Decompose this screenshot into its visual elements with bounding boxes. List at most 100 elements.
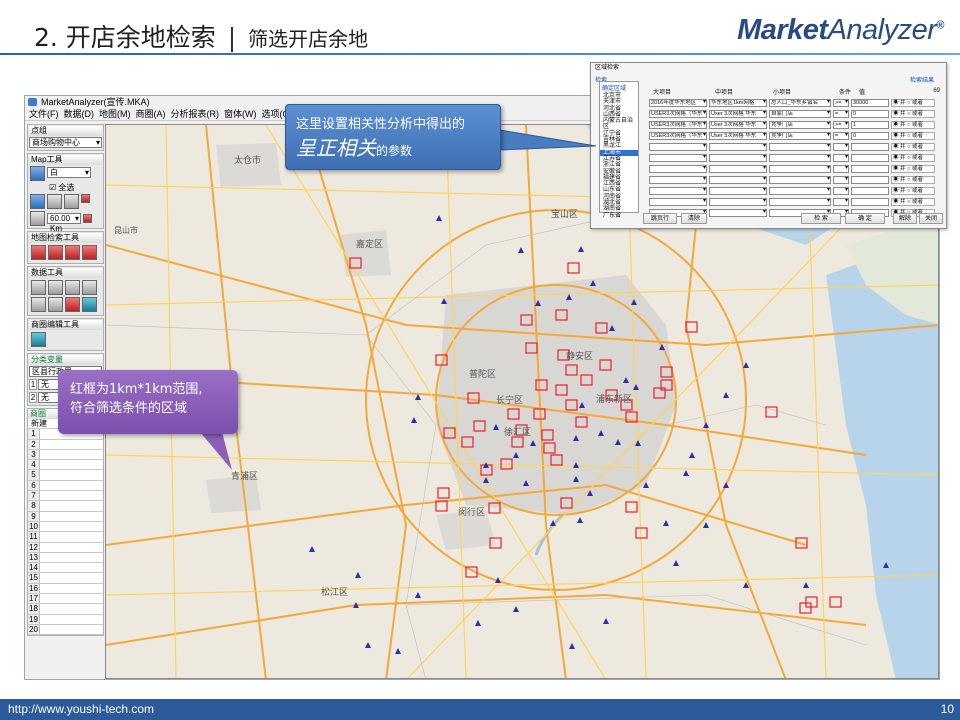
small-item-select[interactable] <box>769 164 831 173</box>
and-or-radio[interactable]: ◉ 并 ○ 或者 <box>891 120 935 129</box>
and-option[interactable]: 并 <box>900 199 906 205</box>
and-or-radio[interactable]: ◉ 并 ○ 或者 <box>891 164 935 173</box>
store-marker[interactable] <box>475 620 481 626</box>
search-tool-1-icon[interactable] <box>31 245 46 260</box>
menu-item-5[interactable]: 窗体(W) <box>224 109 257 119</box>
trade-edit-icon[interactable] <box>31 332 46 347</box>
grid-box[interactable] <box>437 487 450 499</box>
store-marker[interactable] <box>578 246 584 252</box>
tab-search-results[interactable]: 检索结果 <box>910 75 934 84</box>
big-item-select[interactable] <box>649 197 707 206</box>
small-item-select[interactable] <box>769 186 831 195</box>
and-option[interactable]: 并 <box>900 111 906 117</box>
mid-item-select[interactable] <box>709 142 767 151</box>
mid-item-select[interactable] <box>709 175 767 184</box>
or-option[interactable]: 或者 <box>912 122 923 128</box>
store-marker[interactable] <box>395 648 401 654</box>
small-item-select[interactable]: 自家门店 <box>769 109 831 118</box>
confirm-button[interactable]: 确 定 <box>845 213 885 224</box>
small-item-select[interactable]: 竞争门店 <box>769 120 831 129</box>
store-marker[interactable] <box>703 422 709 428</box>
store-marker[interactable] <box>683 470 689 476</box>
value-input[interactable] <box>851 175 889 184</box>
and-option[interactable]: 并 <box>900 133 906 139</box>
and-or-radio[interactable]: ◉ 并 ○ 或者 <box>891 197 935 206</box>
value-input[interactable] <box>851 164 889 173</box>
value-input[interactable] <box>851 142 889 151</box>
and-option[interactable]: 并 <box>900 100 906 106</box>
trade-row[interactable]: 20 <box>28 624 103 636</box>
value-input[interactable]: 0 <box>851 131 889 140</box>
store-marker[interactable] <box>743 362 749 368</box>
store-marker[interactable] <box>673 560 679 566</box>
condition-select[interactable] <box>833 142 849 151</box>
mid-item-select[interactable]: User 3次网格 华东 <box>709 131 767 140</box>
menu-item-0[interactable]: 文件(F) <box>29 109 59 119</box>
trade-row[interactable]: 10 <box>28 521 103 533</box>
trade-row[interactable]: 6 <box>28 480 103 492</box>
trade-row[interactable]: 2 <box>28 439 103 450</box>
pointer-icon[interactable] <box>30 211 45 226</box>
trade-row[interactable]: 8 <box>28 501 103 512</box>
condition-select[interactable] <box>833 197 849 206</box>
trade-row[interactable]: 3 <box>28 449 103 461</box>
trade-row[interactable]: 19 <box>28 614 103 625</box>
trade-row[interactable]: 5 <box>28 470 103 481</box>
mid-item-select[interactable]: User 3次网格 华东 <box>709 109 767 118</box>
mid-item-select[interactable] <box>709 164 767 173</box>
condition-select[interactable]: = <box>833 109 849 118</box>
colormap-icon[interactable] <box>82 297 97 312</box>
trade-row[interactable]: 11 <box>28 532 103 543</box>
small-item-select[interactable]: 竞争门店 <box>769 131 831 140</box>
and-or-radio[interactable]: ◉ 并 ○ 或者 <box>891 153 935 162</box>
small-item-select[interactable] <box>769 142 831 151</box>
store-marker[interactable] <box>689 452 695 458</box>
menu-item-3[interactable]: 商圈(A) <box>136 109 166 119</box>
mid-item-select[interactable]: 华东地区1km网格 <box>709 98 767 107</box>
search-tool-2-icon[interactable] <box>48 245 63 260</box>
hand-pan-icon[interactable] <box>30 194 45 209</box>
trade-row[interactable]: 17 <box>28 594 103 605</box>
and-option[interactable]: 并 <box>900 177 906 183</box>
magnifier-icon[interactable] <box>30 166 45 181</box>
and-or-radio[interactable]: ◉ 并 ○ 或者 <box>891 98 935 107</box>
trade-row[interactable]: 15 <box>28 573 103 584</box>
store-marker[interactable] <box>663 520 669 526</box>
store-marker[interactable] <box>309 546 315 552</box>
store-marker[interactable] <box>411 417 417 423</box>
and-or-radio[interactable]: ◉ 并 ○ 或者 <box>891 142 935 151</box>
zoom-box-icon[interactable] <box>47 194 62 209</box>
or-option[interactable]: 或者 <box>912 155 923 161</box>
mid-item-select[interactable] <box>709 153 767 162</box>
value-input[interactable] <box>851 153 889 162</box>
table-icon[interactable] <box>31 280 46 295</box>
grid-icon[interactable] <box>31 297 46 312</box>
red-marker-icon[interactable] <box>83 214 92 223</box>
and-or-radio[interactable]: ◉ 并 ○ 或者 <box>891 131 935 140</box>
menu-item-4[interactable]: 分析报表(R) <box>171 109 220 119</box>
big-item-select[interactable]: USER3次网格（华东 <box>649 131 707 140</box>
grid-box[interactable] <box>635 527 648 539</box>
or-option[interactable]: 或者 <box>912 144 923 150</box>
store-marker[interactable] <box>365 642 371 648</box>
condition-select[interactable]: >= <box>833 120 849 129</box>
condition-select[interactable]: >= <box>833 98 849 107</box>
store-marker[interactable] <box>703 522 709 528</box>
region-item[interactable]: 内蒙古自治区 <box>600 118 638 131</box>
and-option[interactable]: 并 <box>900 188 906 194</box>
menu-item-1[interactable]: 数据(D) <box>64 109 95 119</box>
big-item-select[interactable] <box>649 153 707 162</box>
menu-item-2[interactable]: 地图(M) <box>99 109 131 119</box>
big-item-select[interactable]: 2016年度华东地区 <box>649 98 707 107</box>
condition-select[interactable] <box>833 153 849 162</box>
region-item[interactable]: 广东省 <box>600 213 638 219</box>
store-marker[interactable] <box>518 247 524 253</box>
and-or-radio[interactable]: ◉ 并 ○ 或者 <box>891 109 935 118</box>
small-item-select[interactable]: 总人口_华东乡镇名 <box>769 98 831 107</box>
region-list[interactable]: 确定区域 北京市 天津市 河北省 山西省 内蒙古自治区 辽宁省 吉林省 黑龙江 上海市 江苏省 浙江… <box>599 81 639 219</box>
value-input[interactable] <box>851 197 889 206</box>
value-input[interactable]: 0 <box>851 109 889 118</box>
condition-select[interactable] <box>833 186 849 195</box>
store-marker[interactable] <box>723 482 729 488</box>
and-option[interactable]: 并 <box>900 166 906 172</box>
